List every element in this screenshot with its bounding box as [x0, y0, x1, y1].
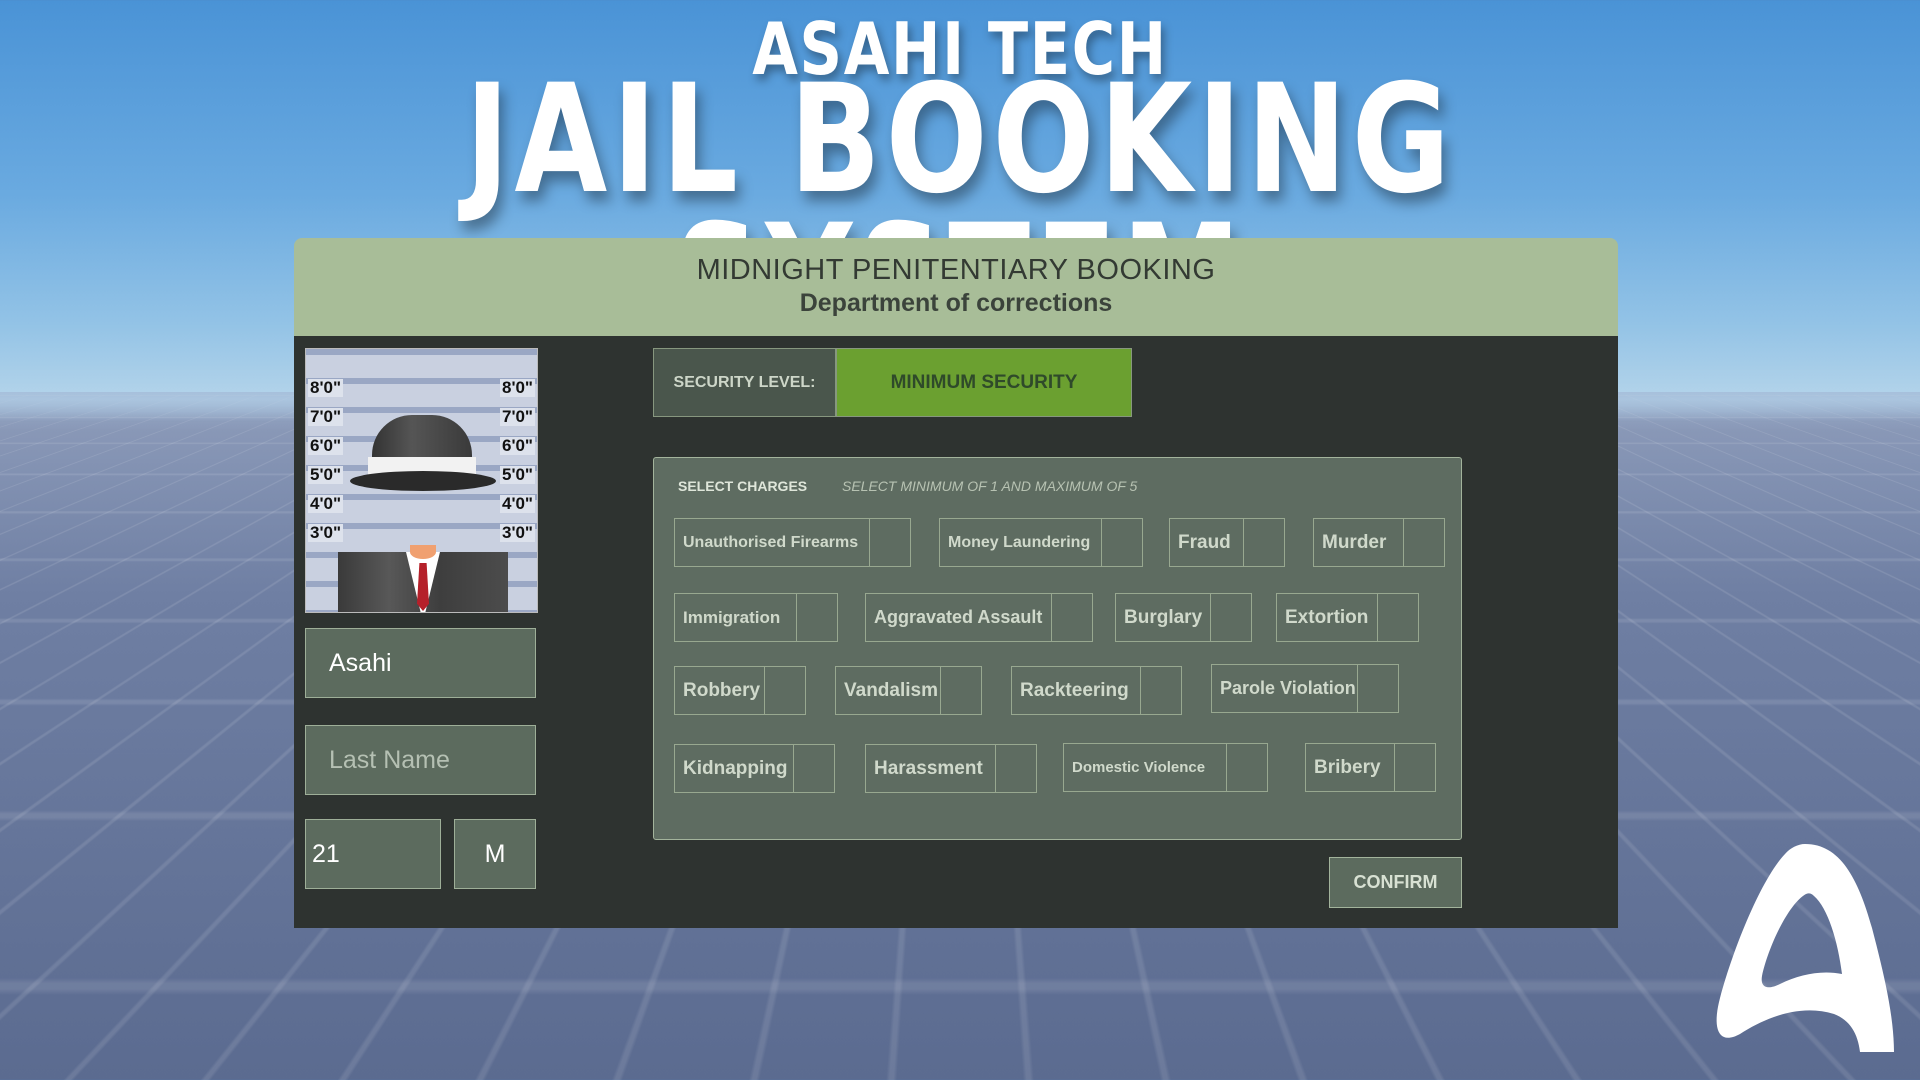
panel-header: MIDNIGHT PENITENTIARY BOOKING Department… [294, 238, 1618, 336]
charge-checkbox[interactable] [793, 745, 834, 792]
charges-title: SELECT CHARGES [678, 478, 807, 494]
charge-option[interactable]: Domestic Violence [1063, 743, 1268, 792]
security-level-button[interactable]: MINIMUM SECURITY [836, 348, 1132, 417]
charge-checkbox[interactable] [1243, 519, 1284, 566]
height-mark: 8'0" [308, 379, 343, 397]
charge-option[interactable]: Aggravated Assault [865, 593, 1093, 642]
charge-option[interactable]: Unauthorised Firearms [674, 518, 911, 567]
charge-checkbox[interactable] [1210, 594, 1251, 641]
charge-checkbox[interactable] [764, 667, 805, 714]
charge-checkbox[interactable] [995, 745, 1036, 792]
charge-label: Kidnapping [675, 745, 793, 792]
charge-label: Bribery [1306, 744, 1394, 791]
height-mark: 5'0" [500, 466, 535, 484]
charge-option[interactable]: Kidnapping [674, 744, 835, 793]
charge-option[interactable]: Immigration [674, 593, 838, 642]
charge-label: Parole Violation [1212, 665, 1357, 712]
charges-hint: SELECT MINIMUM OF 1 AND MAXIMUM OF 5 [842, 478, 1137, 494]
panel-subtitle: Department of corrections [294, 289, 1618, 318]
charge-option[interactable]: Murder [1313, 518, 1445, 567]
asahi-logo-icon [1710, 838, 1900, 1058]
height-mark: 4'0" [500, 495, 535, 513]
panel-body: 8'0" 8'0" 7'0" 7'0" 6'0" 6'0" 5'0" 5'0" … [294, 336, 1618, 928]
charge-checkbox[interactable] [1051, 594, 1092, 641]
booking-panel: MIDNIGHT PENITENTIARY BOOKING Department… [294, 238, 1618, 928]
height-mark: 8'0" [500, 379, 535, 397]
charge-label: Murder [1314, 519, 1403, 566]
height-mark: 6'0" [308, 437, 343, 455]
confirm-button[interactable]: CONFIRM [1329, 857, 1462, 908]
charge-checkbox[interactable] [796, 594, 837, 641]
first-name-field[interactable]: Asahi [305, 628, 536, 698]
height-mark: 7'0" [500, 408, 535, 426]
charge-label: Unauthorised Firearms [675, 519, 869, 566]
height-mark: 6'0" [500, 437, 535, 455]
charge-label: Fraud [1170, 519, 1243, 566]
charge-checkbox[interactable] [1403, 519, 1444, 566]
charge-option[interactable]: Extortion [1276, 593, 1419, 642]
charge-checkbox[interactable] [1101, 519, 1142, 566]
charge-option[interactable]: Fraud [1169, 518, 1285, 567]
charge-checkbox[interactable] [940, 667, 981, 714]
height-mark: 5'0" [308, 466, 343, 484]
charge-checkbox[interactable] [1226, 744, 1267, 791]
charge-label: Extortion [1277, 594, 1377, 641]
charge-option[interactable]: Burglary [1115, 593, 1252, 642]
avatar-neck [410, 545, 436, 559]
charges-panel: SELECT CHARGES SELECT MINIMUM OF 1 AND M… [653, 457, 1462, 840]
panel-title: MIDNIGHT PENITENTIARY BOOKING [294, 254, 1618, 287]
height-mark: 3'0" [500, 524, 535, 542]
charge-label: Harassment [866, 745, 995, 792]
hat-brim [350, 471, 496, 491]
mugshot-photo: 8'0" 8'0" 7'0" 7'0" 6'0" 6'0" 5'0" 5'0" … [305, 348, 538, 613]
height-mark: 4'0" [308, 495, 343, 513]
charge-option[interactable]: Bribery [1305, 743, 1436, 792]
sex-field[interactable]: M [454, 819, 536, 889]
charge-label: Money Laundering [940, 519, 1101, 566]
charge-checkbox[interactable] [869, 519, 910, 566]
charge-label: Rackteering [1012, 667, 1140, 714]
charge-option[interactable]: Rackteering [1011, 666, 1182, 715]
charge-label: Aggravated Assault [866, 594, 1051, 641]
height-mark: 7'0" [308, 408, 343, 426]
security-level-label: SECURITY LEVEL: [653, 348, 836, 417]
age-field[interactable]: 21 [305, 819, 441, 889]
charge-checkbox[interactable] [1394, 744, 1435, 791]
charge-checkbox[interactable] [1377, 594, 1418, 641]
charge-option[interactable]: Harassment [865, 744, 1037, 793]
charge-checkbox[interactable] [1140, 667, 1181, 714]
charge-option[interactable]: Money Laundering [939, 518, 1143, 567]
charge-label: Vandalism [836, 667, 940, 714]
charge-option[interactable]: Vandalism [835, 666, 982, 715]
charge-option[interactable]: Robbery [674, 666, 806, 715]
charge-option[interactable]: Parole Violation [1211, 664, 1399, 713]
height-mark: 3'0" [308, 524, 343, 542]
charge-label: Robbery [675, 667, 764, 714]
charge-label: Immigration [675, 594, 796, 641]
last-name-field[interactable]: Last Name [305, 725, 536, 795]
charge-checkbox[interactable] [1357, 665, 1398, 712]
charge-label: Burglary [1116, 594, 1210, 641]
charge-label: Domestic Violence [1064, 744, 1226, 791]
